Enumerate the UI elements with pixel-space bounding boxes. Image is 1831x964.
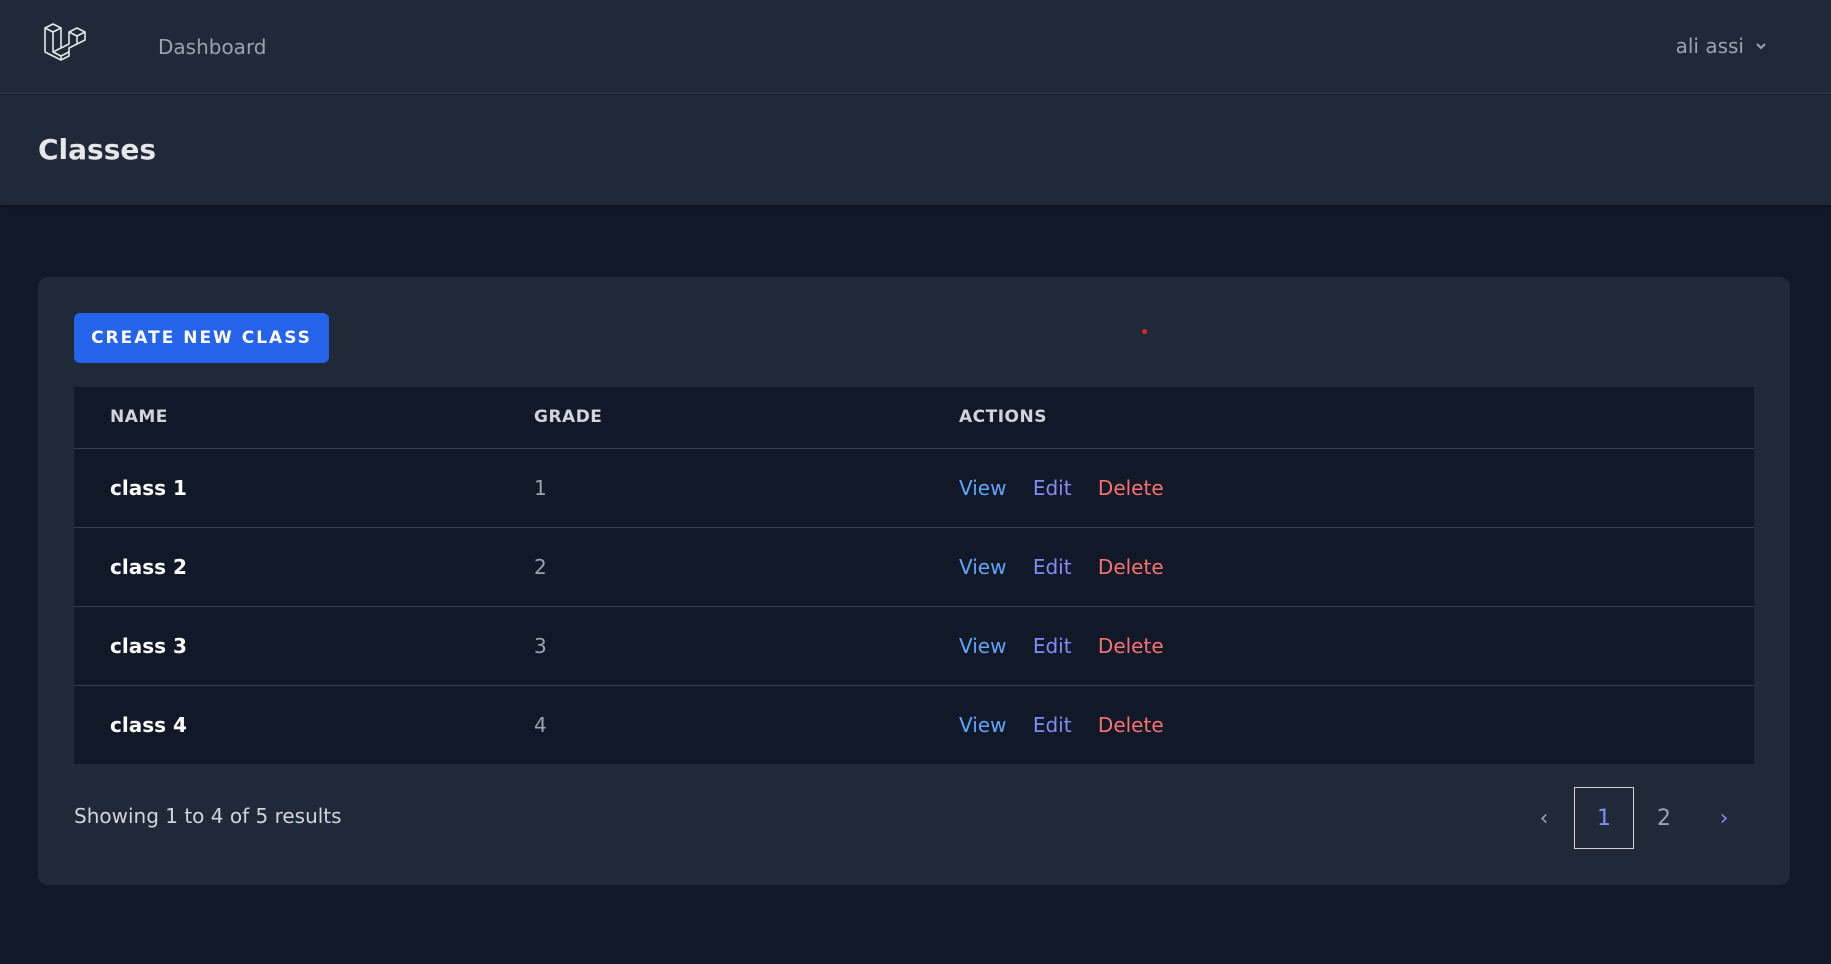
edit-link[interactable]: Edit [1033,555,1072,579]
row-actions: View Edit Delete [923,448,1754,528]
page-2-button[interactable]: 2 [1634,787,1694,849]
cursor-dot [1142,329,1147,334]
delete-link[interactable]: Delete [1098,713,1164,737]
class-name: class 3 [74,606,498,686]
table-row: class 1 1 View Edit Delete [74,448,1754,528]
class-grade: 1 [498,448,923,528]
table-row: class 4 4 View Edit Delete [74,685,1754,764]
class-grade: 2 [498,527,923,607]
class-grade: 3 [498,606,923,686]
edit-link[interactable]: Edit [1033,476,1072,500]
page-1-button[interactable]: 1 [1574,787,1634,849]
next-page-button[interactable]: › [1694,787,1754,849]
edit-link[interactable]: Edit [1033,634,1072,658]
class-grade: 4 [534,712,547,737]
class-name: class 4 [110,712,187,737]
edit-link[interactable]: Edit [1033,713,1072,737]
row-actions: View Edit Delete [923,527,1754,607]
delete-link[interactable]: Delete [1098,555,1164,579]
page-title: Classes [38,133,157,166]
table-row: class 2 2 View Edit Delete [74,527,1754,607]
class-name: class 1 [74,448,498,528]
view-link[interactable]: View [959,634,1006,658]
class-name: class 2 [74,527,498,607]
pagination: ‹ 1 2 › [1514,787,1754,849]
nav-dashboard-link[interactable]: Dashboard [158,35,267,59]
view-link[interactable]: View [959,476,1006,500]
delete-link[interactable]: Delete [1098,476,1164,500]
column-header-grade: GRADE [498,387,923,449]
classes-table: NAME GRADE ACTIONS class 1 1 View Edit D… [74,387,1754,764]
table-row: class 3 3 View Edit Delete [74,606,1754,686]
laravel-logo-icon[interactable] [42,21,92,71]
column-header-actions: ACTIONS [923,387,1754,449]
page-header: Classes [0,95,1831,205]
view-link[interactable]: View [959,713,1006,737]
column-header-name: NAME [74,387,498,449]
row-actions: View Edit Delete [923,606,1754,686]
view-link[interactable]: View [959,555,1006,579]
user-dropdown[interactable]: ali assi [1676,34,1768,58]
top-navigation: Dashboard ali assi [0,0,1831,94]
create-new-class-button[interactable]: CREATE NEW CLASS [74,313,329,363]
delete-link[interactable]: Delete [1098,634,1164,658]
results-summary: Showing 1 to 4 of 5 results [74,804,342,828]
previous-page-button[interactable]: ‹ [1514,787,1574,849]
classes-card: CREATE NEW CLASS NAME GRADE ACTIONS clas… [38,277,1790,885]
table-header-row: NAME GRADE ACTIONS [74,387,1754,449]
row-actions: View Edit Delete [923,685,1754,764]
user-name: ali assi [1675,34,1744,58]
chevron-down-icon [1754,34,1768,58]
